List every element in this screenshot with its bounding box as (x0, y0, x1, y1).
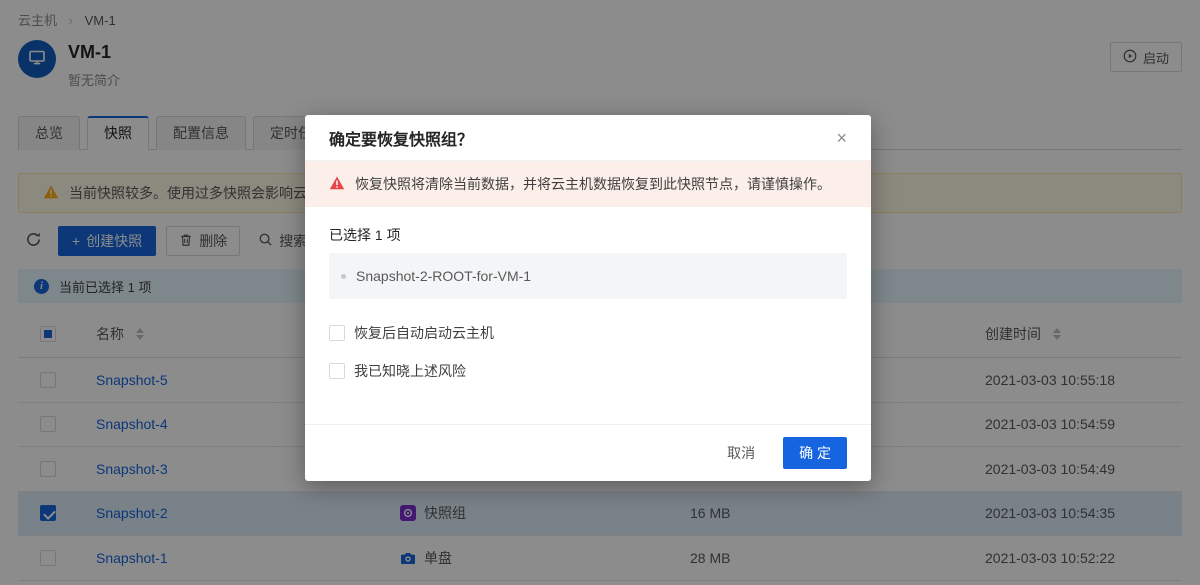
close-icon[interactable]: × (836, 129, 847, 147)
error-triangle-icon (329, 175, 345, 194)
selected-item-box: Snapshot-2-ROOT-for-VM-1 (329, 253, 847, 299)
modal-title: 确定要恢复快照组？ (329, 126, 473, 150)
modal-body: 已选择 1 项 Snapshot-2-ROOT-for-VM-1 恢复后自动启动… (305, 207, 871, 424)
confirm-button[interactable]: 确 定 (783, 437, 847, 469)
risk-ack-checkbox-label: 我已知晓上述风险 (354, 361, 466, 381)
risk-ack-checkbox-row[interactable]: 我已知晓上述风险 (329, 361, 847, 381)
cancel-button[interactable]: 取消 (719, 437, 763, 469)
autostart-checkbox[interactable] (329, 325, 345, 341)
autostart-checkbox-row[interactable]: 恢复后自动启动云主机 (329, 323, 847, 343)
autostart-checkbox-label: 恢复后自动启动云主机 (354, 323, 494, 343)
modal-danger-alert: 恢复快照将清除当前数据，并将云主机数据恢复到此快照节点，请谨慎操作。 (305, 161, 871, 207)
modal-footer: 取消 确 定 (305, 424, 871, 481)
selected-count-label: 已选择 1 项 (329, 225, 847, 245)
restore-snapshot-modal: 确定要恢复快照组？ × 恢复快照将清除当前数据，并将云主机数据恢复到此快照节点，… (305, 115, 871, 481)
modal-alert-text: 恢复快照将清除当前数据，并将云主机数据恢复到此快照节点，请谨慎操作。 (355, 174, 831, 194)
risk-ack-checkbox[interactable] (329, 363, 345, 379)
modal-header: 确定要恢复快照组？ × (305, 115, 871, 161)
selected-item-name: Snapshot-2-ROOT-for-VM-1 (356, 268, 531, 284)
bullet-icon (341, 274, 346, 279)
